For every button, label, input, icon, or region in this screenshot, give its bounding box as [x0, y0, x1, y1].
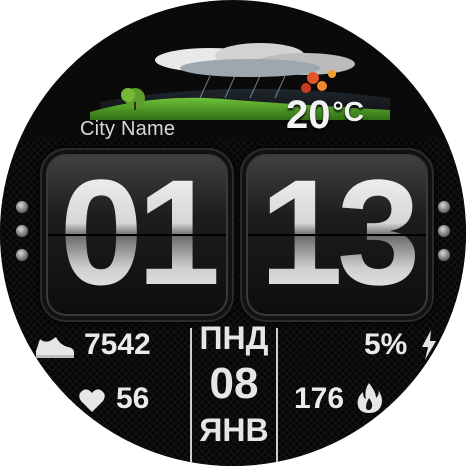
knob-icon — [15, 224, 29, 238]
flame-icon — [357, 383, 382, 413]
day-of-month: 08 — [209, 359, 259, 408]
temperature[interactable]: 20°C — [286, 93, 364, 138]
battery-value[interactable]: 5% — [364, 328, 407, 362]
hours-value: 01 — [42, 142, 232, 322]
city-name[interactable]: City Name — [80, 118, 175, 141]
lightning-icon — [422, 330, 436, 360]
month: ЯНВ — [199, 412, 269, 448]
temperature-unit: °C — [332, 96, 364, 127]
left-divider — [190, 328, 192, 466]
steps-value[interactable]: 7542 — [84, 328, 151, 362]
knob-icon — [437, 248, 451, 262]
heart-icon[interactable] — [78, 388, 106, 414]
tile-fold — [48, 234, 226, 236]
temperature-value: 20 — [286, 93, 331, 137]
knob-icon — [437, 224, 451, 238]
date-block[interactable]: ПНД 08 ЯНВ — [193, 318, 275, 450]
left-knobs — [15, 200, 29, 272]
minutes-tile: 13 — [240, 148, 434, 322]
watch-face: City Name 20°C 01 13 7542 56 ПНД 08 ЯНВ … — [0, 0, 466, 466]
minutes-value: 13 — [242, 142, 432, 322]
hours-tile: 01 — [40, 148, 234, 322]
sneaker-icon[interactable] — [34, 333, 76, 359]
right-divider — [276, 328, 278, 466]
right-knobs — [437, 200, 451, 272]
knob-icon — [15, 200, 29, 214]
knob-icon — [15, 248, 29, 262]
calories-value[interactable]: 176 — [294, 382, 344, 416]
tile-fold — [248, 234, 426, 236]
weekday: ПНД — [199, 320, 269, 356]
knob-icon — [437, 200, 451, 214]
heart-rate-value[interactable]: 56 — [116, 382, 149, 416]
